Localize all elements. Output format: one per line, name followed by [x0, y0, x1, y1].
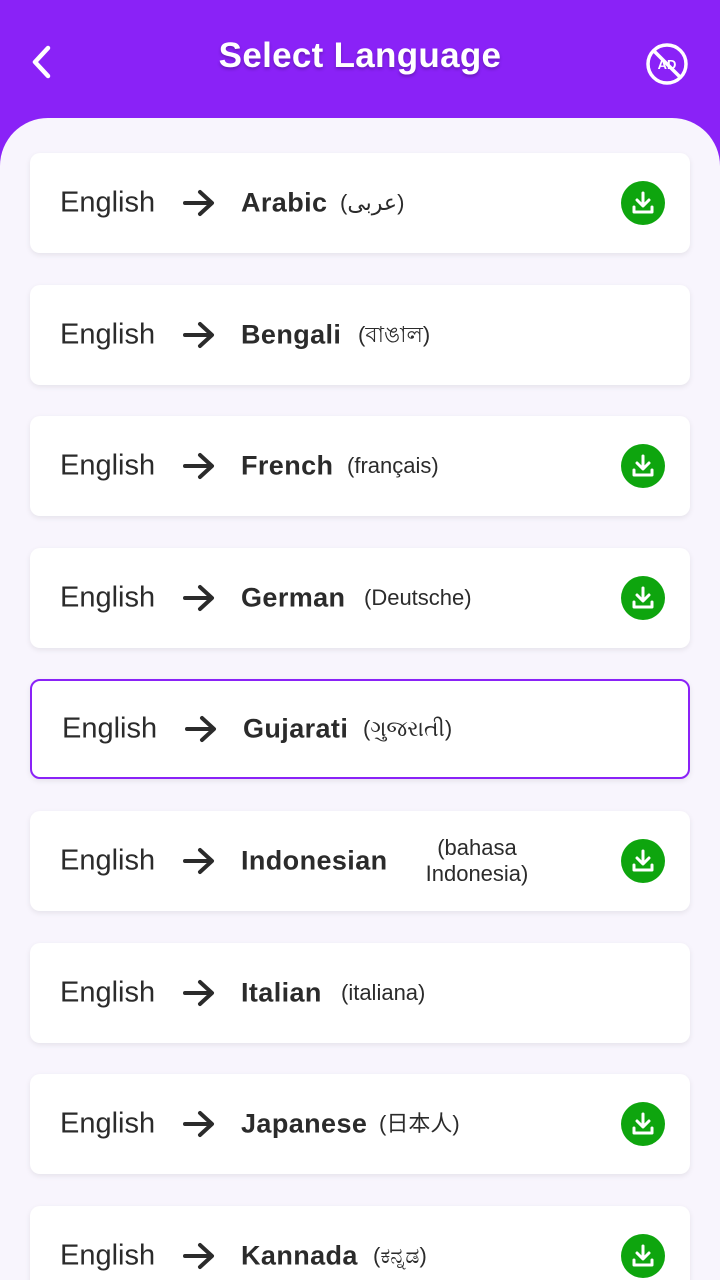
arrow-right-icon [183, 190, 214, 216]
target-language-label: Arabic [241, 187, 328, 218]
target-language-label: Indonesian [241, 845, 388, 876]
arrow-right-icon [183, 979, 214, 1006]
page-title: Select Language [218, 36, 502, 75]
arrow-right-icon [183, 1242, 214, 1269]
download-button[interactable] [621, 444, 665, 489]
target-language-label: German [241, 582, 346, 613]
download-button[interactable] [621, 181, 665, 225]
arrow-right-icon [183, 584, 214, 611]
no-ads-icon: AD [646, 43, 688, 85]
language-row-japanese[interactable]: English Japanese (日本人) [30, 1074, 690, 1175]
download-button[interactable] [621, 1233, 665, 1278]
source-language-label: English [62, 712, 158, 745]
language-list: English Arabic (عربى) English Bengali (বাঙাল)… [30, 153, 690, 1280]
source-language-label: English [60, 581, 156, 614]
download-icon [632, 586, 654, 609]
svg-text:AD: AD [658, 57, 677, 72]
source-language-label: English [60, 1107, 156, 1140]
download-icon [632, 849, 654, 872]
language-row-gujarati[interactable]: English Gujarati (ગુજરાતી) [30, 679, 690, 780]
arrow-right-icon [183, 847, 214, 874]
remove-ads-button[interactable]: AD [644, 41, 690, 87]
source-language-label: English [60, 844, 156, 877]
native-language-name: (italiana) [341, 979, 426, 1005]
language-list-panel: English Arabic (عربى) English Bengali (বাঙাল)… [0, 118, 720, 1280]
native-language-name: (日本人) [379, 1111, 460, 1137]
source-language-label: English [60, 1239, 156, 1272]
arrow-right-icon [185, 716, 216, 743]
language-row-german[interactable]: English German (Deutsche) [30, 547, 690, 648]
native-language-name: (বাঙাল) [358, 321, 431, 347]
download-button[interactable] [621, 838, 665, 883]
native-language-name: (Deutsche) [364, 584, 472, 610]
target-language-label: French [241, 450, 334, 481]
native-language-name: (ગુજરાતી) [363, 716, 453, 742]
source-language-label: English [60, 318, 156, 351]
download-button[interactable] [621, 1102, 665, 1147]
download-button[interactable] [621, 575, 665, 620]
download-icon [632, 454, 654, 477]
download-icon [632, 191, 654, 214]
native-language-name: (français) [347, 453, 439, 479]
target-language-label: Italian [241, 977, 322, 1008]
language-row-kannada[interactable]: English Kannada (ಕನ್ನಡ) [30, 1205, 690, 1280]
language-row-arabic[interactable]: English Arabic (عربى) [30, 153, 690, 253]
native-language-name: (ಕನ್ನಡ) [373, 1242, 427, 1268]
arrow-right-icon [183, 321, 214, 348]
language-row-french[interactable]: English French (français) [30, 416, 690, 517]
target-language-label: Gujarati [243, 713, 349, 744]
target-language-label: Bengali [241, 319, 342, 350]
target-language-label: Japanese [241, 1108, 368, 1139]
source-language-label: English [60, 186, 156, 219]
native-language-name: (عربى) [340, 190, 405, 215]
download-icon [632, 1244, 654, 1267]
arrow-right-icon [183, 453, 214, 480]
language-row-italian[interactable]: English Italian (italiana) [30, 942, 690, 1043]
app-header: Select Language AD [0, 0, 720, 120]
target-language-label: Kannada [241, 1240, 358, 1271]
download-icon [632, 1112, 654, 1135]
native-language-name: (bahasa Indonesia) [425, 834, 529, 886]
language-row-bengali[interactable]: English Bengali (বাঙাল) [30, 284, 690, 385]
arrow-right-icon [183, 1111, 214, 1138]
source-language-label: English [60, 449, 156, 482]
language-row-indonesian[interactable]: English Indonesian (bahasa Indonesia) [30, 810, 690, 911]
source-language-label: English [60, 976, 156, 1009]
